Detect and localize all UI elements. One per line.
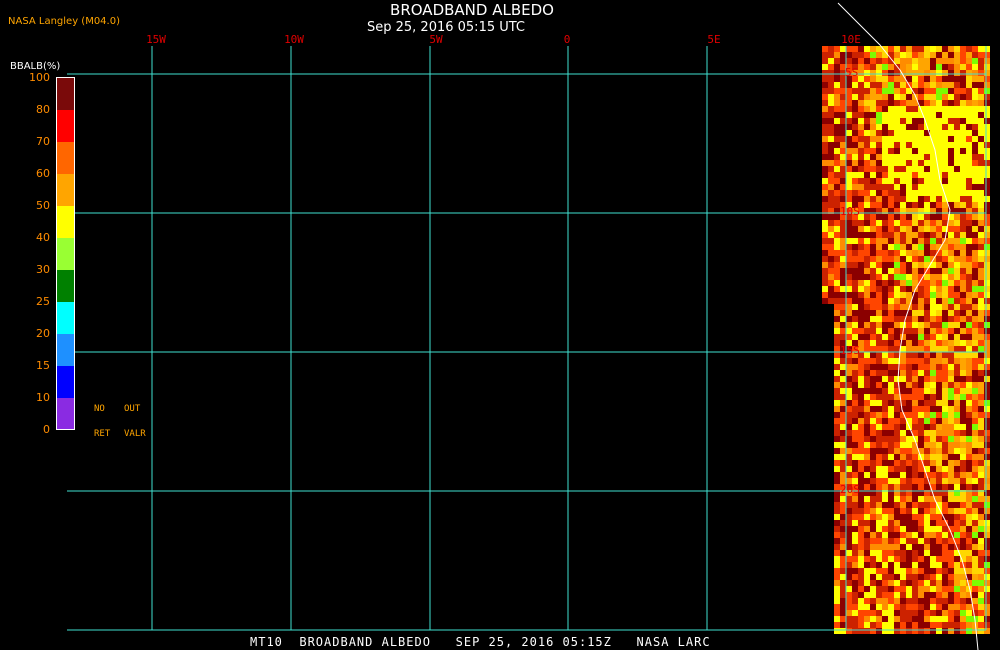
latitude-label-5s: 5S — [845, 66, 859, 79]
scale-tick-30: 30 — [36, 263, 50, 276]
longitude-label-0: 0 — [563, 33, 571, 46]
longitude-label-5e: 5E — [707, 33, 721, 46]
albedo-data-swath — [822, 46, 990, 634]
longitude-label-10w: 10W — [284, 33, 304, 46]
longitude-label-15w: 15W — [146, 33, 166, 46]
color-bar-swatch — [57, 302, 74, 334]
latitude-label-15s: 15S — [840, 344, 860, 357]
scale-tick-10: 10 — [36, 391, 50, 404]
scale-tick-15: 15 — [36, 359, 50, 372]
scale-tick-80: 80 — [36, 103, 50, 116]
color-bar-swatch — [57, 174, 74, 206]
albedo-map — [56, 2, 990, 650]
scale-tick-20: 20 — [36, 327, 50, 340]
scale-tick-60: 60 — [36, 167, 50, 180]
color-bar-swatch — [57, 334, 74, 366]
color-bar-swatch — [57, 142, 74, 174]
map-datetime: Sep 25, 2016 05:15 UTC — [366, 20, 526, 35]
albedo-color-bar — [56, 77, 75, 430]
agency-label: NASA Langley (M04.0) — [8, 16, 120, 27]
color-bar-swatch — [57, 206, 74, 238]
longitude-label-10e: 10E — [841, 33, 861, 46]
scale-tick-0: 0 — [43, 423, 50, 436]
longitude-label-5w: 5W — [429, 33, 443, 46]
scale-tick-40: 40 — [36, 231, 50, 244]
color-bar-swatch — [57, 238, 74, 270]
out-of-range-label-2: VALR — [124, 429, 146, 439]
color-bar-swatch — [57, 366, 74, 398]
footer-caption: MT10 BROADBAND ALBEDO SEP 25, 2016 05:15… — [250, 635, 711, 649]
color-bar-swatch — [57, 110, 74, 142]
scale-tick-25: 25 — [36, 295, 50, 308]
scale-tick-100: 100 — [29, 71, 50, 84]
latitude-label-10s: 10S — [840, 205, 860, 218]
no-retrieval-label-1: NO — [94, 404, 105, 414]
no-retrieval-label-2: RET — [94, 429, 111, 439]
scale-tick-70: 70 — [36, 135, 50, 148]
out-of-range-label-1: OUT — [124, 404, 141, 414]
scale-tick-50: 50 — [36, 199, 50, 212]
latitude-label-20s: 20S — [840, 483, 860, 496]
color-bar-swatch — [57, 270, 74, 302]
color-bar-swatch — [57, 78, 74, 110]
color-bar-swatch — [57, 398, 74, 430]
